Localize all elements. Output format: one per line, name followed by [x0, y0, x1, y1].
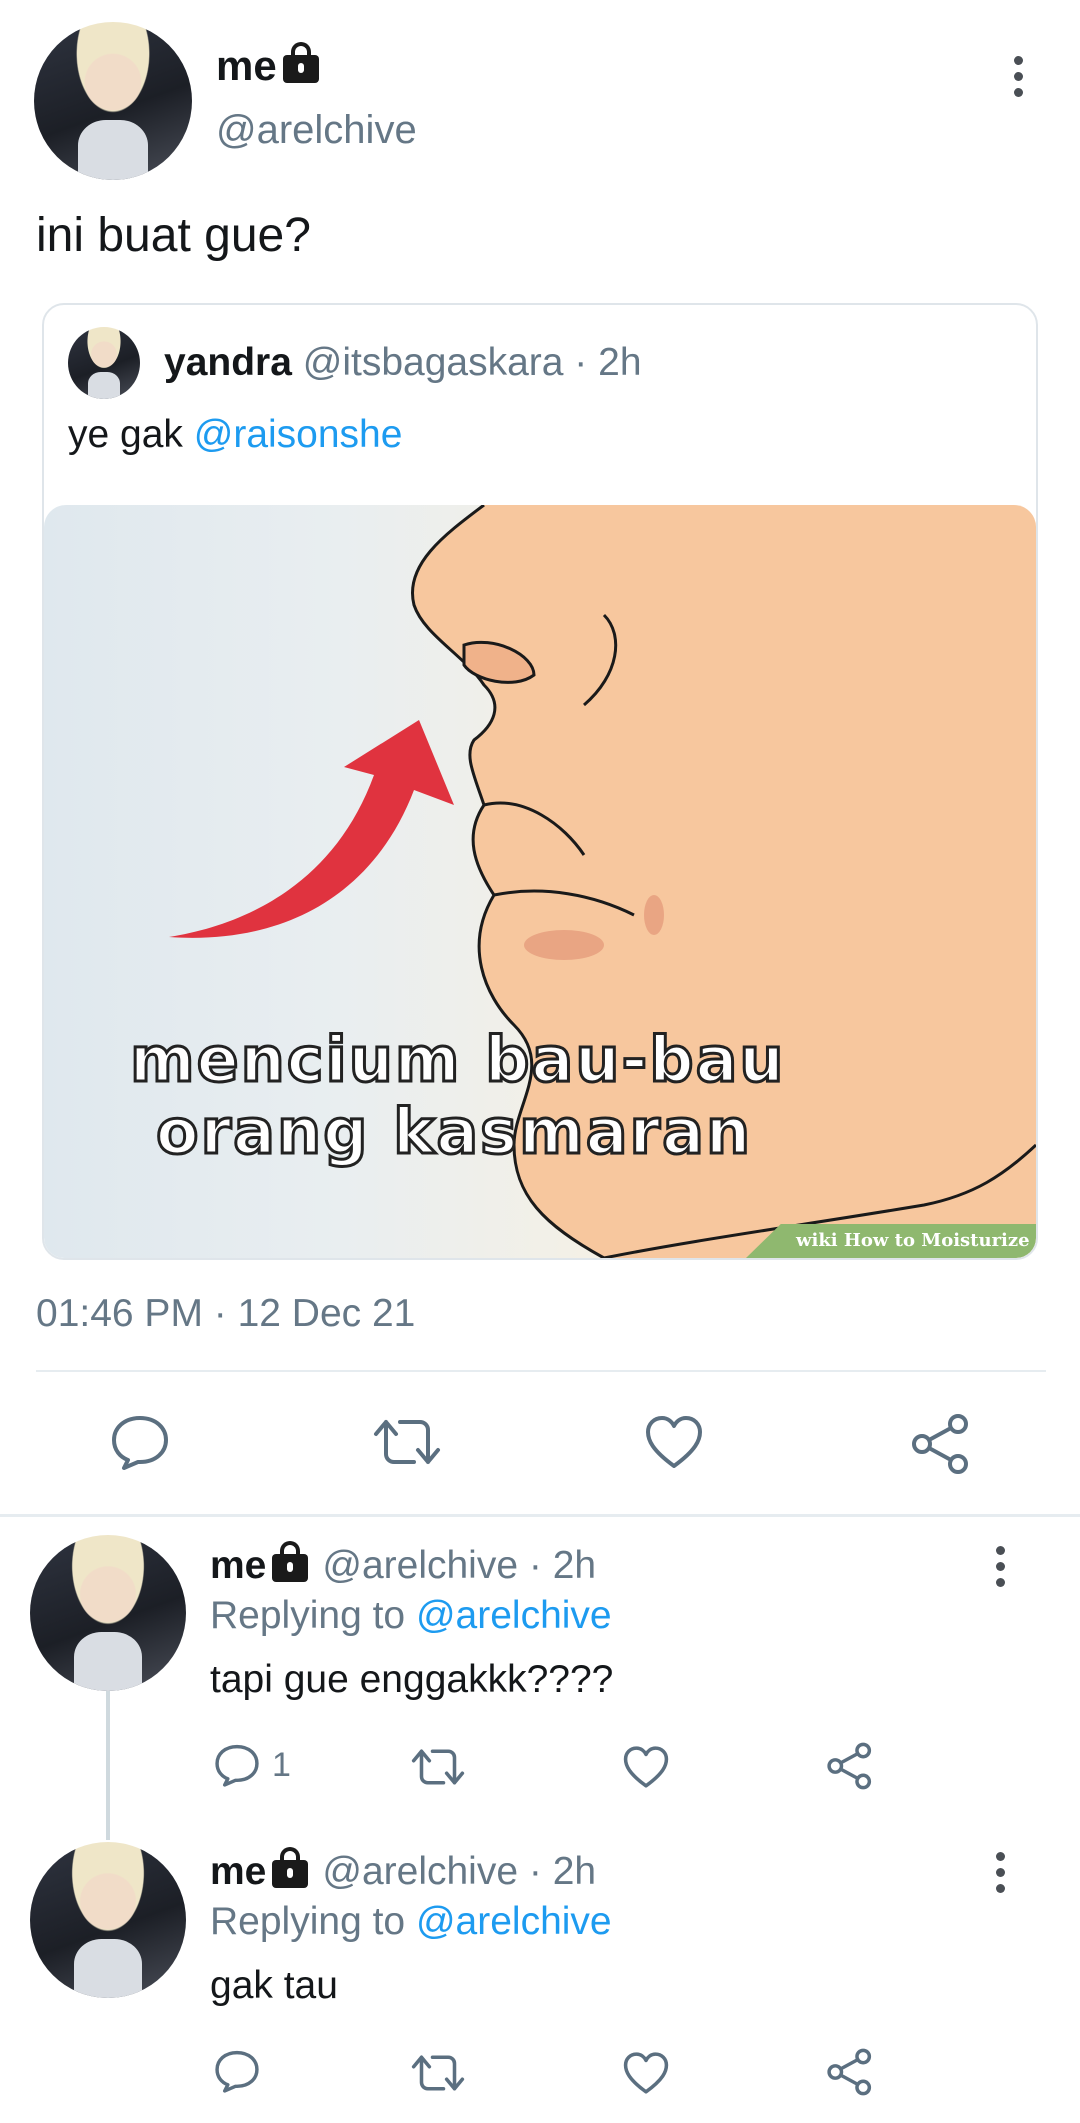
replying-to: Replying to @arelchive [210, 1594, 612, 1638]
quote-text-prefix: ye gak [68, 413, 194, 456]
tweet-timestamp: 01:46 PM · 12 Dec 21 [36, 1292, 416, 1335]
replying-to: Replying to @arelchive [210, 1900, 612, 1944]
reply-icon[interactable] [214, 1743, 260, 1787]
reply-author-name[interactable]: me [210, 1544, 266, 1587]
thread-connector [106, 1690, 110, 1840]
more-options-icon[interactable] [1011, 56, 1025, 104]
tweet-text: ini buat gue? [36, 209, 311, 262]
author-avatar[interactable] [34, 22, 192, 180]
replying-to-link[interactable]: @arelchive [416, 1900, 612, 1943]
like-icon[interactable] [644, 1414, 704, 1470]
meme-caption-line1: mencium bau-bau [129, 1023, 786, 1096]
quote-mention-link[interactable]: @raisonshe [194, 413, 403, 456]
reply-text: gak tau [210, 1964, 338, 2007]
retweet-icon[interactable] [410, 2051, 466, 2095]
quote-text: ye gak @raisonshe [68, 413, 402, 457]
quote-media-image[interactable]: mencium bau-bau orang kasmaran wiki How … [44, 505, 1036, 1258]
like-icon[interactable] [622, 1745, 670, 1789]
lock-icon [272, 1846, 309, 1888]
more-options-icon[interactable] [993, 1546, 1007, 1594]
reply-author-handle: @arelchive · 2h [322, 1850, 597, 1893]
reply-text: tapi gue enggakkk???? [210, 1658, 614, 1701]
lock-icon [282, 41, 319, 83]
replying-to-label: Replying to [210, 1594, 416, 1637]
author-name-text: me [216, 42, 277, 89]
quote-author-name: yandra [164, 341, 292, 384]
wikihow-watermark: wiki How to Moisturize Lip [746, 1224, 1036, 1258]
divider [36, 1370, 1046, 1372]
reply-author-name[interactable]: me [210, 1850, 266, 1893]
quote-time: · 2h [563, 341, 642, 384]
quote-author-line: yandra @itsbagaskara · 2h [164, 341, 642, 385]
like-icon[interactable] [622, 2051, 670, 2095]
quote-author-handle: @itsbagaskara [302, 341, 564, 384]
share-icon[interactable] [826, 1742, 874, 1790]
meme-caption-line2: orang kasmaran [155, 1095, 753, 1168]
reply-author-line: me @arelchive · 2h [210, 1540, 597, 1588]
quote-author-avatar[interactable] [68, 327, 140, 399]
section-separator [0, 1514, 1080, 1517]
reply-author-handle: @arelchive · 2h [322, 1544, 597, 1587]
replying-to-label: Replying to [210, 1900, 416, 1943]
more-options-icon[interactable] [993, 1852, 1007, 1900]
retweet-icon[interactable] [372, 1414, 442, 1470]
reply-icon[interactable] [214, 2049, 260, 2093]
reply-author-line: me @arelchive · 2h [210, 1846, 597, 1894]
reply-avatar[interactable] [30, 1842, 186, 1998]
reply-avatar[interactable] [30, 1535, 186, 1691]
author-handle[interactable]: @arelchive [216, 108, 417, 153]
share-icon[interactable] [910, 1414, 972, 1474]
retweet-icon[interactable] [410, 1745, 466, 1789]
replying-to-link[interactable]: @arelchive [416, 1594, 612, 1637]
quoted-tweet[interactable]: yandra @itsbagaskara · 2h ye gak @raison… [42, 303, 1038, 1260]
reply-icon[interactable] [110, 1414, 170, 1470]
lock-icon [272, 1540, 309, 1582]
share-icon[interactable] [826, 2048, 874, 2096]
reply-count: 1 [272, 1746, 291, 1784]
author-name[interactable]: me [216, 41, 319, 90]
